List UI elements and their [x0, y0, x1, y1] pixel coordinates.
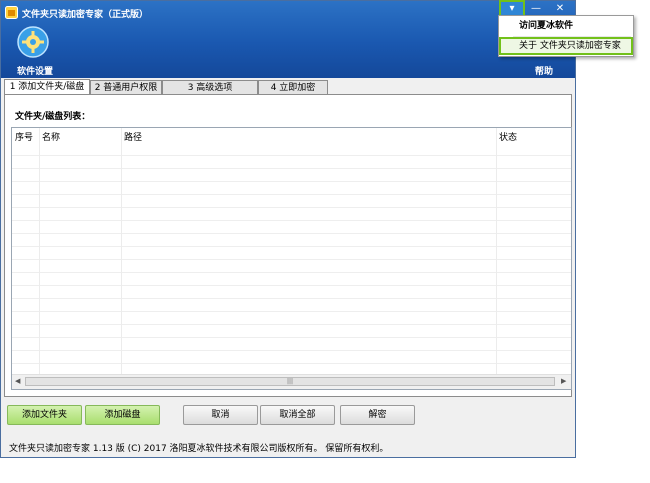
dropdown-menu: 访问夏冰软件 关于 文件夹只读加密专家 — [498, 15, 634, 57]
settings-label[interactable]: 软件设置 — [17, 64, 53, 77]
menu-item-about-label: 关于 文件夹只读加密专家 — [519, 41, 621, 51]
column-index[interactable]: 序号 — [15, 130, 33, 143]
scroll-left-icon[interactable]: ◀ — [15, 377, 20, 385]
scroll-right-icon[interactable]: ▶ — [561, 377, 566, 385]
menu-item-about[interactable]: 关于 文件夹只读加密专家 — [499, 37, 633, 55]
main-window: 文件夹只读加密专家（正式版） ▾ — ✕ 软件设置 帮助 1 添加文件夹/磁盘 … — [0, 0, 576, 458]
add-disk-button[interactable]: 添加磁盘 — [85, 405, 160, 425]
column-divider — [496, 128, 497, 375]
tab-panel: 文件夹/磁盘列表： 序号 名称 路径 状态 ◀ ||| ▶ — [4, 94, 572, 397]
cancel-all-button[interactable]: 取消全部 — [260, 405, 335, 425]
close-icon[interactable]: ✕ — [549, 2, 571, 16]
folder-list[interactable]: 序号 名称 路径 状态 ◀ ||| ▶ — [11, 127, 572, 390]
tab-user-permissions[interactable]: 2 普通用户权限设置 — [90, 80, 162, 107]
scroll-thumb[interactable]: ||| — [25, 377, 555, 386]
window-title: 文件夹只读加密专家（正式版） — [22, 10, 149, 20]
gear-icon[interactable] — [17, 26, 49, 58]
list-header: 序号 名称 路径 状态 — [12, 128, 571, 144]
column-path[interactable]: 路径 — [124, 130, 142, 143]
tab-add-folder[interactable]: 1 添加文件夹/磁盘 — [4, 79, 90, 95]
column-name[interactable]: 名称 — [42, 130, 60, 143]
status-text: 文件夹只读加密专家 1.13 版 (C) 2017 洛阳夏冰软件技术有限公司版权… — [9, 444, 389, 454]
list-label: 文件夹/磁盘列表： — [15, 112, 91, 122]
list-rows — [12, 143, 571, 375]
help-label[interactable]: 帮助 — [535, 64, 553, 77]
column-divider — [39, 128, 40, 375]
header-banner: 文件夹只读加密专家（正式版） ▾ — ✕ 软件设置 帮助 — [1, 0, 575, 78]
menu-arrow-icon[interactable]: ▾ — [499, 0, 525, 18]
menu-item-visit-site-label: 访问夏冰软件 — [519, 21, 574, 31]
minimize-icon[interactable]: — — [525, 2, 547, 16]
tab-advanced[interactable]: 3 高级选项 — [162, 80, 258, 95]
column-status[interactable]: 状态 — [499, 130, 517, 143]
app-logo-icon — [5, 6, 18, 19]
decrypt-button[interactable]: 解密 — [340, 405, 415, 425]
menu-item-visit-site[interactable]: 访问夏冰软件 — [499, 17, 633, 35]
column-divider — [121, 128, 122, 375]
cancel-button[interactable]: 取消 — [183, 405, 258, 425]
horizontal-scrollbar[interactable]: ◀ ||| ▶ — [12, 374, 571, 389]
add-folder-button[interactable]: 添加文件夹 — [7, 405, 82, 425]
tab-encrypt-now[interactable]: 4 立即加密 — [258, 80, 328, 95]
